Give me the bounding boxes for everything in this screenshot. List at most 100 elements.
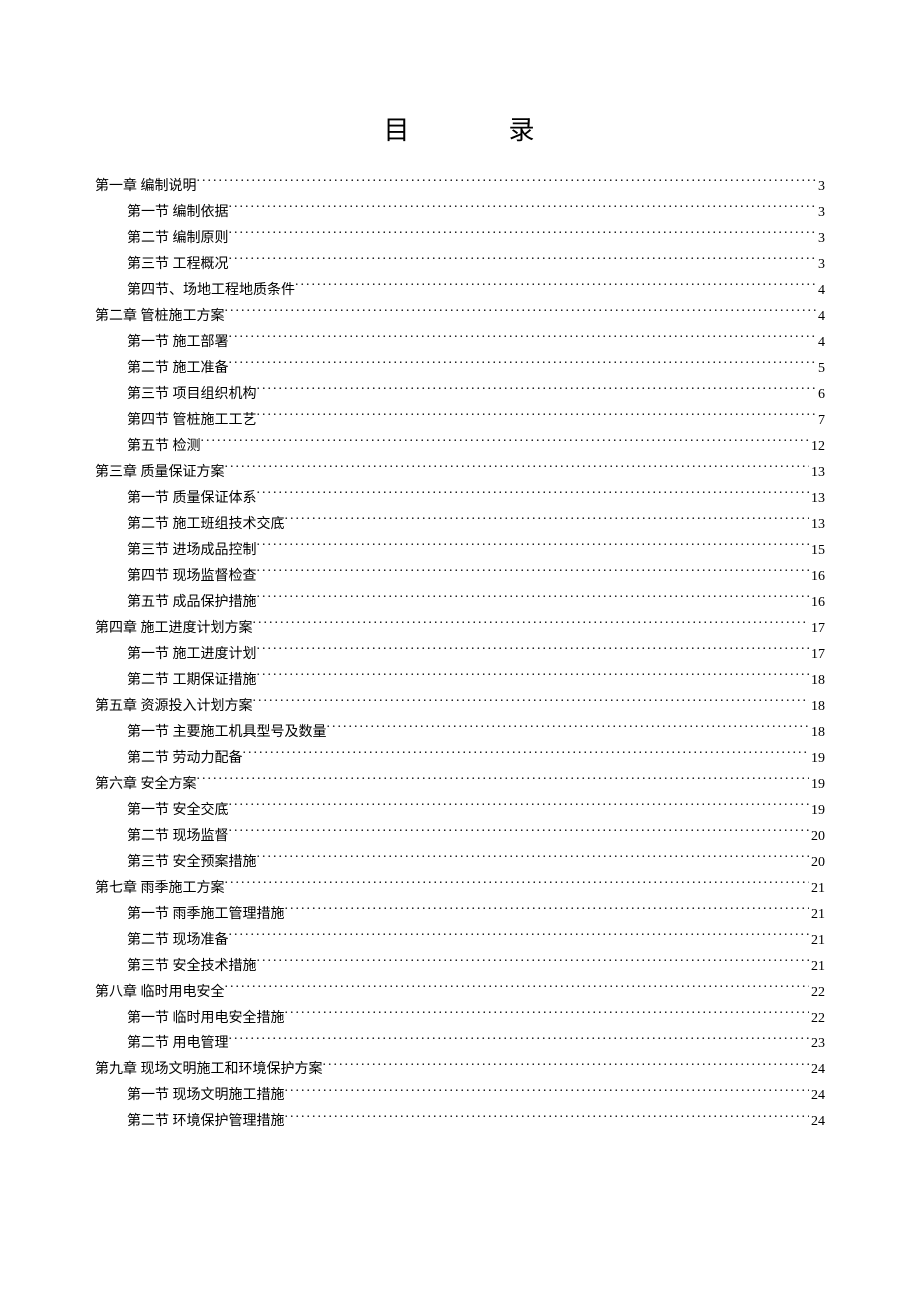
toc-leader-dots bbox=[229, 826, 810, 840]
toc-row: 第四节 管桩施工工艺7 bbox=[95, 409, 825, 433]
toc-leader-dots bbox=[285, 1008, 810, 1022]
toc-entry-label: 第一节 安全交底 bbox=[127, 799, 229, 823]
toc-page-number: 18 bbox=[809, 669, 825, 693]
toc-leader-dots bbox=[225, 306, 817, 320]
toc-leader-dots bbox=[257, 592, 810, 606]
toc-entry-label: 第八章 临时用电安全 bbox=[95, 981, 225, 1005]
toc-leader-dots bbox=[285, 1085, 810, 1099]
toc-entry-label: 第四节、场地工程地质条件 bbox=[127, 279, 295, 303]
toc-leader-dots bbox=[257, 852, 810, 866]
toc-entry-label: 第一节 主要施工机具型号及数量 bbox=[127, 721, 327, 745]
toc-row: 第八章 临时用电安全22 bbox=[95, 981, 825, 1005]
toc-entry-label: 第二节 用电管理 bbox=[127, 1032, 229, 1056]
toc-row: 第三节 进场成品控制 15 bbox=[95, 539, 825, 563]
toc-leader-dots bbox=[295, 280, 816, 294]
toc-entry-label: 第五章 资源投入计划方案 bbox=[95, 695, 253, 719]
toc-page-number: 22 bbox=[809, 1007, 825, 1031]
toc-page-number: 13 bbox=[809, 513, 825, 537]
toc-entry-label: 第一节 临时用电安全措施 bbox=[127, 1007, 285, 1031]
toc-leader-dots bbox=[253, 696, 810, 710]
toc-row: 第一节 雨季施工管理措施21 bbox=[95, 903, 825, 927]
toc-page-number: 3 bbox=[816, 201, 825, 225]
toc-page-number: 15 bbox=[809, 539, 825, 563]
toc-entry-label: 第一节 现场文明施工措施 bbox=[127, 1084, 285, 1108]
toc-row: 第二章 管桩施工方案4 bbox=[95, 305, 825, 329]
toc-leader-dots bbox=[257, 540, 810, 554]
toc-row: 第三节 工程概况 3 bbox=[95, 253, 825, 277]
toc-page-number: 3 bbox=[816, 253, 825, 277]
toc-page-number: 18 bbox=[809, 695, 825, 719]
toc-entry-label: 第二节 环境保护管理措施 bbox=[127, 1110, 285, 1134]
toc-leader-dots bbox=[257, 644, 810, 658]
toc-row: 第三节 项目组织机构6 bbox=[95, 383, 825, 407]
toc-leader-dots bbox=[225, 462, 810, 476]
toc-row: 第七章 雨季施工方案21 bbox=[95, 877, 825, 901]
table-of-contents: 第一章 编制说明3第一节 编制依据3第二节 编制原则3第三节 工程概况3第四节、… bbox=[95, 175, 825, 1134]
toc-page-number: 6 bbox=[816, 383, 825, 407]
toc-entry-label: 第五节 检测 bbox=[127, 435, 201, 459]
toc-leader-dots bbox=[229, 358, 817, 372]
toc-page-number: 12 bbox=[809, 435, 825, 459]
toc-leader-dots bbox=[229, 800, 810, 814]
toc-row: 第二节 编制原则 3 bbox=[95, 227, 825, 251]
toc-page-number: 4 bbox=[816, 305, 825, 329]
toc-entry-label: 第一节 质量保证体系 bbox=[127, 487, 257, 511]
toc-entry-label: 第四章 施工进度计划方案 bbox=[95, 617, 253, 641]
page-title: 目 录 bbox=[95, 110, 825, 147]
toc-page-number: 4 bbox=[816, 279, 825, 303]
toc-entry-label: 第二节 现场准备 bbox=[127, 929, 229, 953]
toc-page-number: 3 bbox=[816, 227, 825, 251]
toc-page-number: 13 bbox=[809, 461, 825, 485]
toc-page-number: 19 bbox=[809, 799, 825, 823]
toc-leader-dots bbox=[229, 930, 810, 944]
toc-leader-dots bbox=[197, 774, 810, 788]
toc-row: 第四节、场地工程地质条件 4 bbox=[95, 279, 825, 303]
toc-page-number: 24 bbox=[809, 1058, 825, 1082]
toc-row: 第三节 安全预案措施 20 bbox=[95, 851, 825, 875]
toc-page-number: 21 bbox=[809, 955, 825, 979]
toc-row: 第二节 劳动力配备19 bbox=[95, 747, 825, 771]
toc-page-number: 23 bbox=[809, 1032, 825, 1056]
toc-entry-label: 第一节 施工进度计划 bbox=[127, 643, 257, 667]
toc-leader-dots bbox=[229, 254, 817, 268]
toc-row: 第一节 质量保证体系 13 bbox=[95, 487, 825, 511]
toc-entry-label: 第三节 工程概况 bbox=[127, 253, 229, 277]
toc-row: 第三节 安全技术措施 21 bbox=[95, 955, 825, 979]
toc-entry-label: 第七章 雨季施工方案 bbox=[95, 877, 225, 901]
toc-row: 第五节 检测 12 bbox=[95, 435, 825, 459]
toc-row: 第三章 质量保证方案13 bbox=[95, 461, 825, 485]
toc-page-number: 3 bbox=[816, 175, 825, 199]
toc-leader-dots bbox=[225, 982, 810, 996]
title-char-b: 录 bbox=[509, 116, 537, 145]
toc-entry-label: 第一节 施工部署 bbox=[127, 331, 229, 355]
toc-entry-label: 第二节 编制原则 bbox=[127, 227, 229, 251]
toc-page-number: 18 bbox=[809, 721, 825, 745]
toc-entry-label: 第二节 施工班组技术交底 bbox=[127, 513, 285, 537]
toc-leader-dots bbox=[257, 566, 810, 580]
toc-leader-dots bbox=[225, 878, 810, 892]
toc-leader-dots bbox=[257, 670, 810, 684]
toc-page-number: 20 bbox=[809, 851, 825, 875]
toc-row: 第二节 现场监督20 bbox=[95, 825, 825, 849]
toc-leader-dots bbox=[285, 1111, 810, 1125]
toc-row: 第一节 安全交底 19 bbox=[95, 799, 825, 823]
toc-page-number: 20 bbox=[809, 825, 825, 849]
toc-leader-dots bbox=[285, 514, 810, 528]
toc-row: 第四章 施工进度计划方案17 bbox=[95, 617, 825, 641]
toc-entry-label: 第三节 安全技术措施 bbox=[127, 955, 257, 979]
toc-page-number: 13 bbox=[809, 487, 825, 511]
toc-page-number: 21 bbox=[809, 903, 825, 927]
toc-entry-label: 第一节 编制依据 bbox=[127, 201, 229, 225]
toc-leader-dots bbox=[257, 410, 817, 424]
toc-entry-label: 第三节 安全预案措施 bbox=[127, 851, 257, 875]
toc-row: 第二节 现场准备21 bbox=[95, 929, 825, 953]
toc-row: 第二节 施工准备5 bbox=[95, 357, 825, 381]
toc-entry-label: 第三节 进场成品控制 bbox=[127, 539, 257, 563]
toc-entry-label: 第二节 劳动力配备 bbox=[127, 747, 243, 771]
toc-row: 第二节 用电管理 23 bbox=[95, 1032, 825, 1056]
toc-leader-dots bbox=[285, 904, 810, 918]
toc-row: 第一节 现场文明施工措施24 bbox=[95, 1084, 825, 1108]
toc-page-number: 16 bbox=[809, 591, 825, 615]
toc-leader-dots bbox=[201, 436, 810, 450]
toc-row: 第九章 现场文明施工和环境保护方案24 bbox=[95, 1058, 825, 1082]
